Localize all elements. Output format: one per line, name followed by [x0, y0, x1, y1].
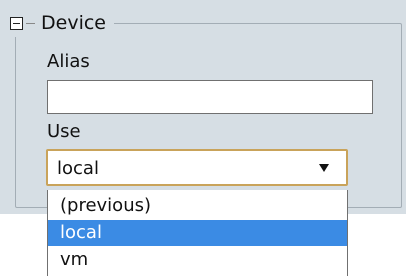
device-panel: Device Alias Use local [0, 0, 406, 214]
use-select[interactable]: local [46, 149, 348, 186]
collapse-toggle-icon[interactable] [10, 16, 23, 30]
alias-input[interactable] [47, 80, 373, 114]
device-legend: Device [10, 9, 114, 37]
option-local[interactable]: local [48, 220, 347, 246]
legend-connector [26, 22, 35, 24]
use-selected-value: local [57, 158, 99, 179]
chevron-down-icon [319, 164, 329, 172]
use-label: Use [47, 121, 81, 142]
legend-title: Device [41, 12, 106, 34]
option-vm[interactable]: vm [48, 247, 347, 273]
option-previous[interactable]: (previous) [48, 193, 347, 219]
use-options-list: (previous) local vm [47, 190, 348, 276]
alias-label: Alias [47, 51, 90, 72]
